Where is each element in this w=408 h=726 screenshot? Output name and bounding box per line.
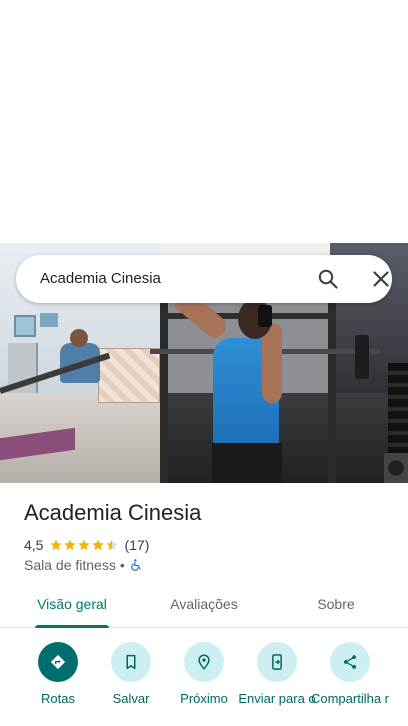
share-label: Compartilha r	[310, 691, 390, 706]
bookmark-icon	[111, 642, 151, 682]
rating-value: 4,5	[24, 537, 44, 553]
close-icon[interactable]	[369, 267, 393, 291]
send-to-phone-icon	[257, 642, 297, 682]
photo-phone	[258, 305, 272, 327]
save-button[interactable]: Salvar	[91, 640, 171, 706]
category-row: Sala de fitness •	[24, 556, 143, 574]
tab-about[interactable]: Sobre	[290, 584, 382, 628]
rating-stars	[49, 538, 119, 552]
share-icon	[330, 642, 370, 682]
send-to-phone-label: Enviar para o	[238, 691, 316, 706]
photo-window	[14, 315, 36, 337]
map-blank-area	[0, 0, 408, 243]
save-label: Salvar	[112, 691, 150, 706]
photo-dumbbells	[384, 453, 408, 483]
directions-button[interactable]: Rotas	[18, 640, 98, 706]
review-count[interactable]: (17)	[124, 537, 149, 553]
photo-weight-plate	[355, 335, 369, 379]
place-tabs: Visão geral Avaliações Sobre	[0, 584, 408, 628]
category-label: Sala de fitness	[24, 557, 116, 573]
send-to-phone-button[interactable]: Enviar para o	[237, 640, 317, 706]
action-bar: Rotas Salvar Próximo Enviar para o Compa…	[0, 640, 408, 726]
star-icon	[50, 539, 63, 551]
photo-person-head	[70, 329, 88, 347]
photo-shorts	[212, 443, 282, 483]
tab-overview[interactable]: Visão geral	[22, 584, 122, 628]
share-button[interactable]: Compartilha r	[310, 640, 390, 706]
star-icon	[92, 539, 105, 551]
place-title: Academia Cinesia	[24, 500, 202, 525]
search-query[interactable]: Academia Cinesia	[40, 255, 161, 303]
photo-rack-post	[160, 303, 168, 483]
search-bar[interactable]: Academia Cinesia	[16, 255, 392, 303]
photo-rack-post	[328, 303, 336, 483]
nearby-label: Próximo	[180, 691, 228, 706]
nearby-icon	[184, 642, 224, 682]
rating-row[interactable]: 4,5 (17)	[24, 536, 149, 554]
separator: •	[119, 557, 125, 573]
star-icon	[64, 539, 77, 551]
tab-active-indicator	[35, 625, 109, 628]
star-icon	[78, 539, 91, 551]
photo-window-small	[40, 313, 58, 327]
half-star-icon	[106, 539, 119, 551]
tab-reviews[interactable]: Avaliações	[154, 584, 254, 628]
nearby-button[interactable]: Próximo	[164, 640, 244, 706]
directions-icon	[38, 642, 78, 682]
wheelchair-icon	[130, 559, 141, 571]
photo-plates-stack	[388, 363, 408, 463]
directions-label: Rotas	[41, 691, 75, 706]
search-icon[interactable]	[316, 267, 340, 291]
